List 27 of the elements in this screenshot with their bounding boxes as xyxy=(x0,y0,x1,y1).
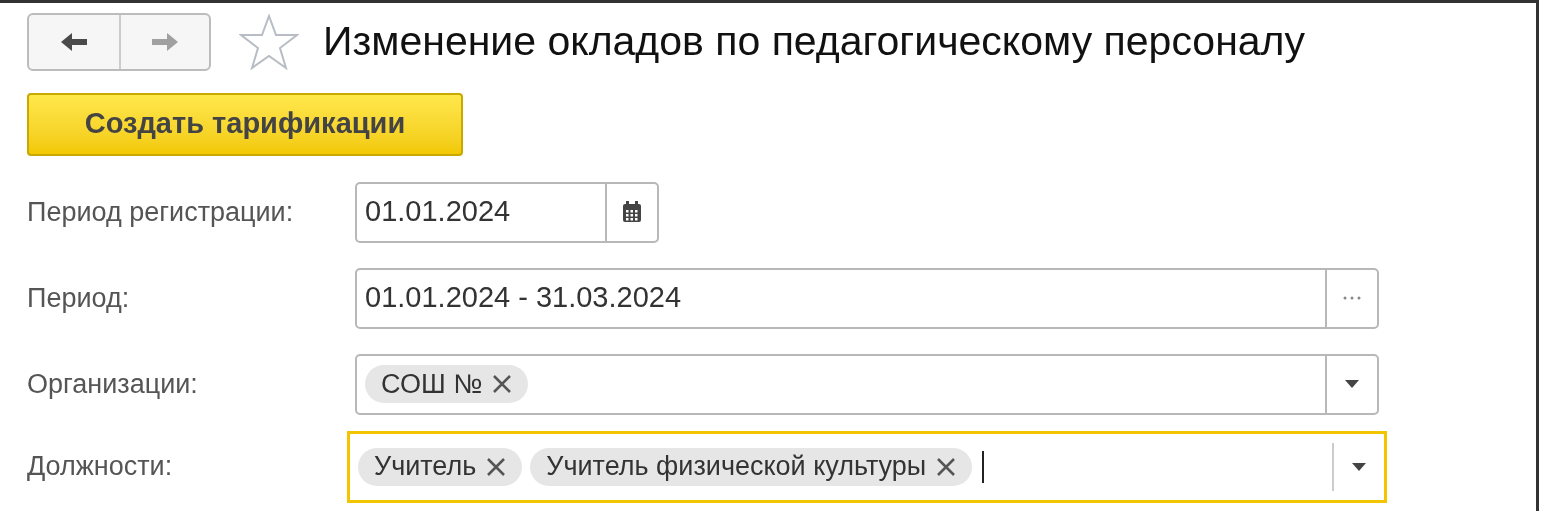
field-label: Период: xyxy=(27,281,131,315)
period-field[interactable]: 01.01.2024 - 31.03.2024 xyxy=(355,267,1379,329)
field-label: Период регистрации: xyxy=(27,195,295,229)
remove-icon[interactable] xyxy=(936,456,957,477)
tag-chip[interactable]: СОШ № xyxy=(365,365,529,403)
date-field[interactable]: 01.01.2024 xyxy=(355,181,659,243)
tag-label: Учитель xyxy=(374,450,477,484)
dropdown-arrow-icon xyxy=(1345,380,1359,388)
date-value: 01.01.2024 xyxy=(364,195,512,228)
dropdown-arrow-icon xyxy=(1352,462,1366,471)
remove-icon[interactable] xyxy=(486,456,507,477)
multi-select-field[interactable]: СОШ № xyxy=(355,353,1379,415)
tag-chip[interactable]: Учитель физической культуры xyxy=(530,447,973,486)
calendar-icon xyxy=(622,201,642,223)
create-button[interactable]: Создать тарификации xyxy=(27,92,463,156)
window-title: Изменение окладов по педагогическому персоналу xyxy=(323,17,1306,66)
star-icon[interactable] xyxy=(239,13,299,70)
tag-label: СОШ № xyxy=(381,367,483,401)
field-label: Организации: xyxy=(27,367,199,401)
tag-chip[interactable]: Учитель xyxy=(358,447,523,486)
multi-select-field[interactable]: Учитель Учитель физической культуры xyxy=(347,430,1387,503)
remove-icon[interactable] xyxy=(492,374,513,394)
period-value: 01.01.2024 - 31.03.2024 xyxy=(364,280,683,316)
tag-label: Учитель физической культуры xyxy=(546,450,927,484)
text-cursor xyxy=(982,450,985,483)
more-icon xyxy=(1342,296,1362,300)
field-label: Должности: xyxy=(27,450,174,484)
